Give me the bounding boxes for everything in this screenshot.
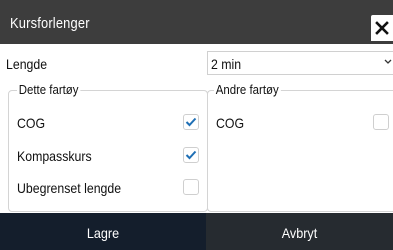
cancel-button-label: Avbryt — [281, 225, 318, 241]
checkmark-icon — [185, 150, 197, 160]
cancel-button[interactable]: Avbryt — [206, 213, 393, 250]
chevron-down-icon — [384, 59, 392, 64]
own-vessel-legend: Dette fartøy — [17, 82, 81, 97]
own-cog-label: COG — [17, 115, 46, 131]
own-cog-checkbox[interactable] — [183, 114, 199, 130]
own-compass-checkbox[interactable] — [183, 147, 199, 163]
close-button[interactable] — [371, 15, 393, 41]
own-vessel-group: Dette fartøy COG Kompasskurs Ubegrenset … — [8, 82, 208, 212]
close-icon — [375, 21, 389, 35]
length-select-value: 2 min — [211, 56, 242, 72]
dialog-titlebar: Kursforlenger — [0, 0, 393, 44]
own-unlimited-label: Ubegrenset lengde — [17, 180, 122, 196]
other-vessels-group: Andre fartøy COG — [207, 82, 393, 212]
length-select[interactable]: 2 min — [207, 51, 393, 75]
dialog-footer: Lagre Avbryt — [0, 213, 393, 250]
dialog-title: Kursforlenger — [10, 15, 90, 32]
own-unlimited-checkbox[interactable] — [183, 179, 199, 195]
course-extension-dialog: Kursforlenger Lengde 2 min Dette fartøy … — [0, 0, 393, 250]
other-cog-label: COG — [216, 115, 245, 131]
save-button-label: Lagre — [86, 225, 120, 241]
length-label: Lengde — [6, 56, 48, 72]
other-cog-checkbox[interactable] — [373, 114, 389, 130]
other-vessels-legend: Andre fartøy — [214, 82, 281, 97]
checkmark-icon — [185, 117, 197, 127]
save-button[interactable]: Lagre — [0, 213, 206, 250]
own-compass-label: Kompasskurs — [17, 148, 92, 164]
